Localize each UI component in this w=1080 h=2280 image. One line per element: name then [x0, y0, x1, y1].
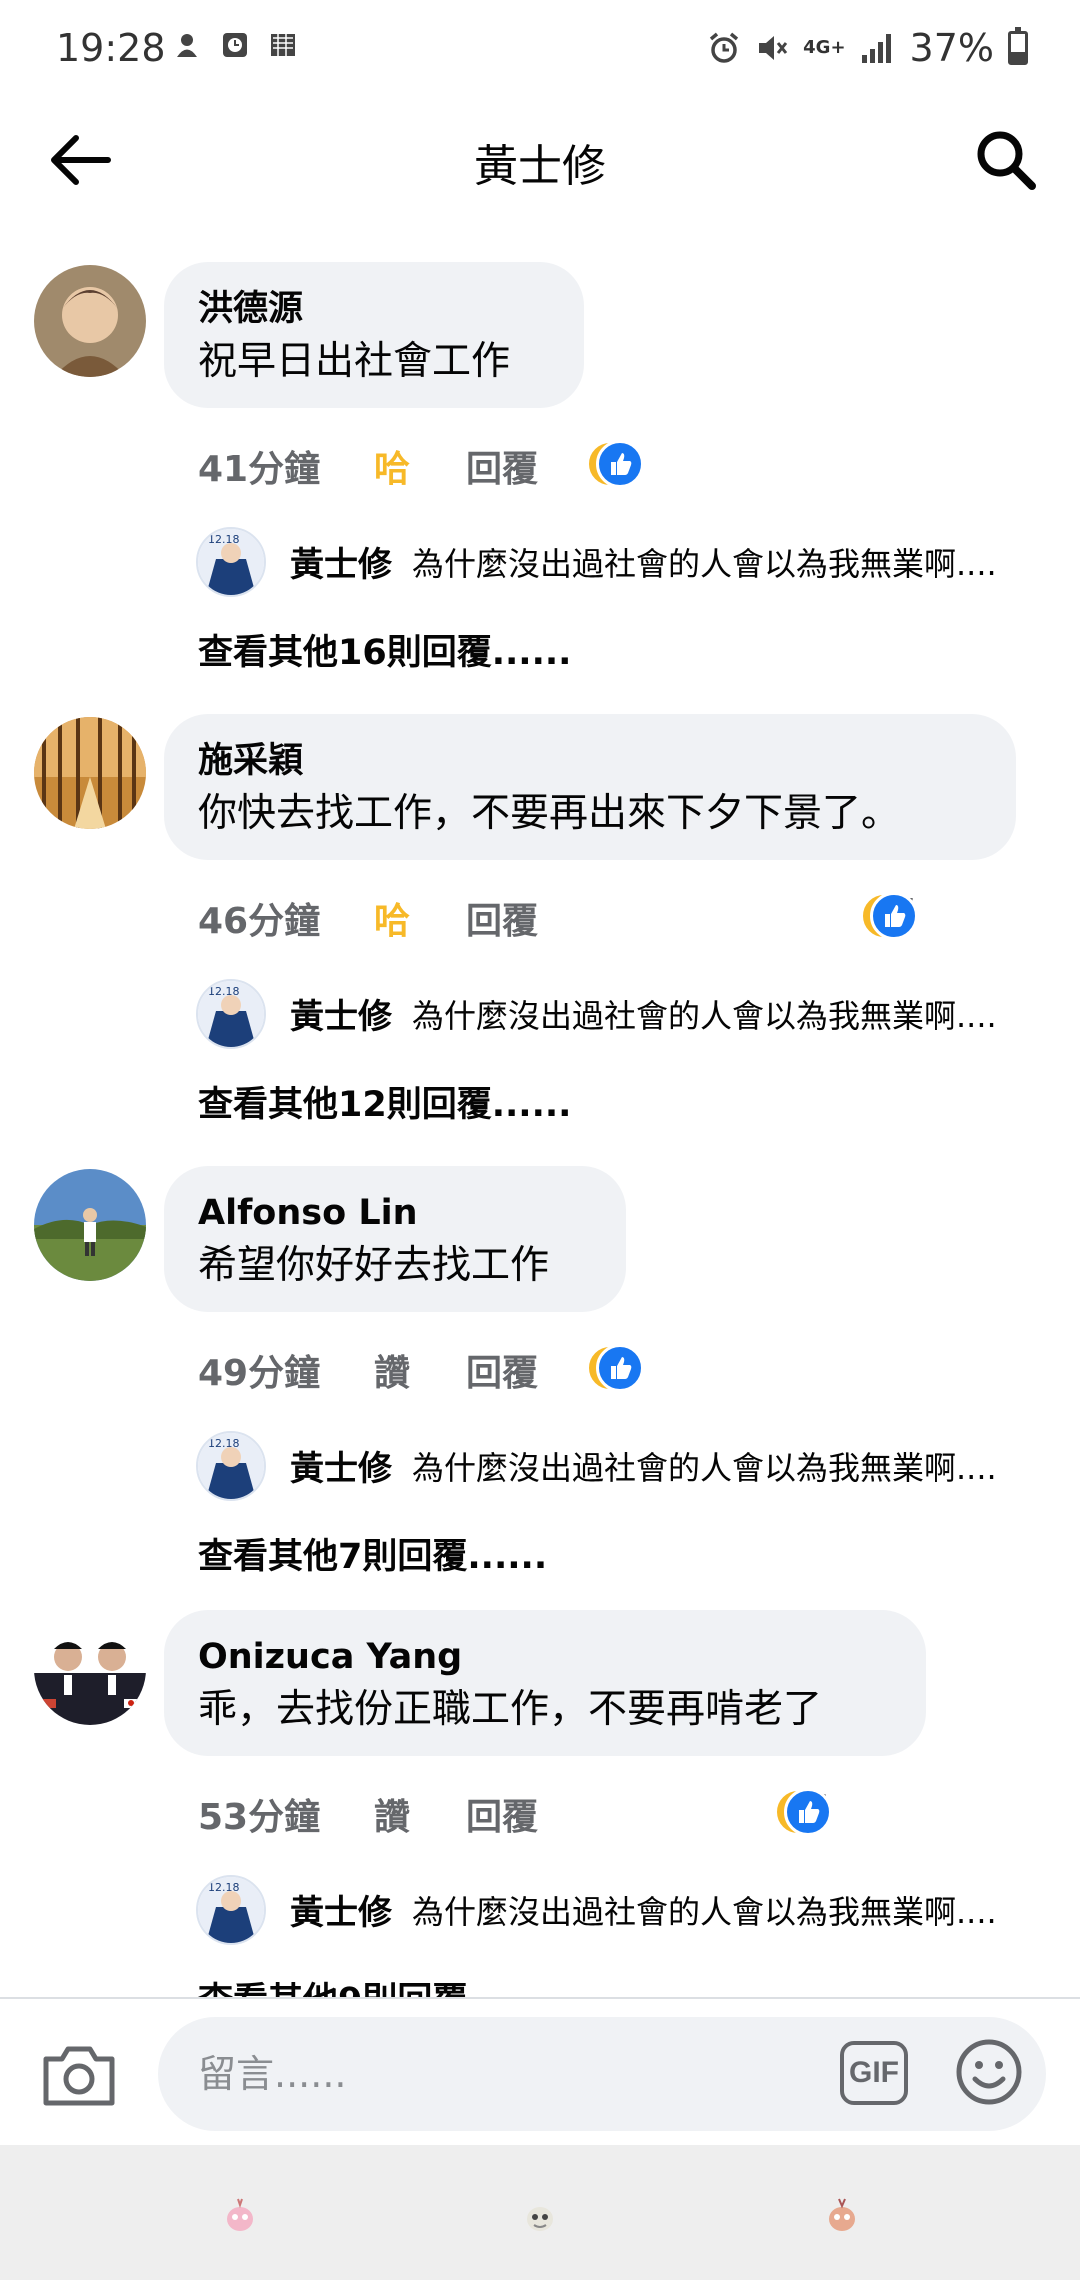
- reply-preview[interactable]: 12.18 黃士修 為什麼沒出過社會的人會以為我無業啊....: [196, 1431, 1066, 1501]
- view-more-replies[interactable]: 查看其他7則回覆......: [198, 1528, 547, 1579]
- comment-text: 祝早日出社會工作: [198, 339, 511, 384]
- status-time: 19:28: [56, 26, 166, 70]
- reply-text: 為什麼沒出過社會的人會以為我無業啊....: [412, 997, 997, 1035]
- comment-author[interactable]: 施采穎: [198, 738, 982, 784]
- alarm-icon: [710, 32, 739, 63]
- reply-text: 為什麼沒出過社會的人會以為我無業啊....: [412, 1893, 997, 1931]
- reply-button[interactable]: 回覆: [466, 1788, 538, 1840]
- reply-preview[interactable]: 12.18 黃士修 為什麼沒出過社會的人會以為我無業啊....: [196, 1875, 1066, 1945]
- avatar[interactable]: [34, 265, 146, 377]
- comment-actions: 46分鐘 哈 回覆 77: [198, 884, 1058, 944]
- status-system-icons: 4G+ 37%: [707, 26, 1028, 70]
- mute-icon: [759, 36, 788, 60]
- like-icon: [784, 1788, 832, 1836]
- comment-bubble[interactable]: 施采穎 你快去找工作，不要再出來下夕下景了。: [164, 714, 1016, 860]
- smiley-icon[interactable]: [954, 2037, 1024, 2107]
- page-header: 黃士修: [0, 100, 1080, 218]
- nav-center-bird-icon[interactable]: [520, 2191, 560, 2235]
- comment-time[interactable]: 53分鐘: [198, 1788, 320, 1840]
- clock-app-icon: [223, 33, 247, 57]
- view-more-replies[interactable]: 查看其他9則回覆......: [198, 1972, 547, 1997]
- system-nav-bar: [0, 2145, 1080, 2280]
- comment-bubble[interactable]: Alfonso Lin 希望你好好去找工作: [164, 1166, 626, 1312]
- reply-button[interactable]: 回覆: [466, 892, 538, 944]
- like-icon: [870, 892, 918, 940]
- reply-preview[interactable]: 12.18 黃士修 為什麼沒出過社會的人會以為我無業啊....: [196, 979, 1066, 1049]
- svg-text:12.18: 12.18: [208, 985, 240, 998]
- comment-actions: 41分鐘 哈 回覆 89: [198, 432, 1058, 492]
- reply-button[interactable]: 回覆: [466, 1344, 538, 1396]
- like-icon: [596, 1344, 644, 1392]
- reply-author[interactable]: 黃士修: [290, 1885, 392, 1934]
- reply-text: 為什麼沒出過社會的人會以為我無業啊....: [412, 545, 997, 583]
- camera-icon[interactable]: [40, 2039, 118, 2111]
- comment-author[interactable]: Alfonso Lin: [198, 1190, 592, 1236]
- comment-text: 乖，去找份正職工作，不要再啃老了: [198, 1687, 823, 1732]
- comment-author[interactable]: 洪德源: [198, 286, 550, 332]
- comment-text: 希望你好好去找工作: [198, 1243, 550, 1288]
- comment-bubble[interactable]: Onizuca Yang 乖，去找份正職工作，不要再啃老了: [164, 1610, 926, 1756]
- reply-author[interactable]: 黃士修: [290, 1441, 392, 1490]
- comment-bubble[interactable]: 洪德源 祝早日出社會工作: [164, 262, 584, 408]
- nav-right-bird-icon[interactable]: [822, 2191, 862, 2235]
- reply-avatar[interactable]: 12.18: [196, 979, 266, 1049]
- view-more-replies[interactable]: 查看其他12則回覆......: [198, 1076, 571, 1127]
- avatar[interactable]: [34, 1169, 146, 1281]
- comment-time[interactable]: 46分鐘: [198, 892, 320, 944]
- reply-author[interactable]: 黃士修: [290, 989, 392, 1038]
- reply-avatar[interactable]: 12.18: [196, 1431, 266, 1501]
- page-title: 黃士修: [474, 141, 606, 192]
- reply-text: 為什麼沒出過社會的人會以為我無業啊....: [412, 1449, 997, 1487]
- search-icon[interactable]: [968, 122, 1044, 198]
- network-type: 4G+: [803, 37, 846, 58]
- comment-input[interactable]: [158, 2017, 1046, 2131]
- nav-left-bird-icon[interactable]: [220, 2191, 260, 2235]
- comment-actions: 53分鐘 讚 回覆 56: [198, 1780, 1058, 1840]
- react-button[interactable]: 哈: [374, 440, 410, 492]
- comment-author[interactable]: Onizuca Yang: [198, 1634, 892, 1680]
- reply-preview[interactable]: 12.18 黃士修 為什麼沒出過社會的人會以為我無業啊....: [196, 527, 1066, 597]
- battery-icon: [1008, 27, 1028, 65]
- avatar[interactable]: [34, 1613, 146, 1725]
- gif-button[interactable]: GIF: [840, 2041, 908, 2105]
- battery-percent: 37%: [909, 26, 994, 70]
- comment-composer: GIF: [0, 1997, 1080, 2147]
- comment-time[interactable]: 49分鐘: [198, 1344, 320, 1396]
- like-button[interactable]: 讚: [374, 1344, 410, 1396]
- view-more-replies[interactable]: 查看其他16則回覆......: [198, 624, 571, 675]
- comment-time[interactable]: 41分鐘: [198, 440, 320, 492]
- reply-avatar[interactable]: 12.18: [196, 527, 266, 597]
- comment-actions: 49分鐘 讚 回覆 50: [198, 1336, 1058, 1396]
- like-button[interactable]: 讚: [374, 1788, 410, 1840]
- svg-text:12.18: 12.18: [208, 533, 240, 546]
- svg-text:12.18: 12.18: [208, 1437, 240, 1450]
- signal-icon: [861, 34, 891, 63]
- avatar[interactable]: [34, 717, 146, 829]
- like-icon: [596, 440, 644, 488]
- status-bar: 19:28 4G+ 37%: [0, 0, 1080, 100]
- comment-text: 你快去找工作，不要再出來下夕下景了。: [198, 791, 901, 836]
- svg-text:12.18: 12.18: [208, 1881, 240, 1894]
- reply-avatar[interactable]: 12.18: [196, 1875, 266, 1945]
- status-notification-icons: [172, 30, 298, 60]
- notification-app-icon: [177, 34, 197, 57]
- reply-button[interactable]: 回覆: [466, 440, 538, 492]
- react-button[interactable]: 哈: [374, 892, 410, 944]
- comment-list: 洪德源 祝早日出社會工作 41分鐘 哈 回覆 89 12.18 黃士修 為什麼沒…: [0, 262, 1080, 1997]
- reply-author[interactable]: 黃士修: [290, 537, 392, 586]
- gallery-app-icon: [271, 34, 295, 56]
